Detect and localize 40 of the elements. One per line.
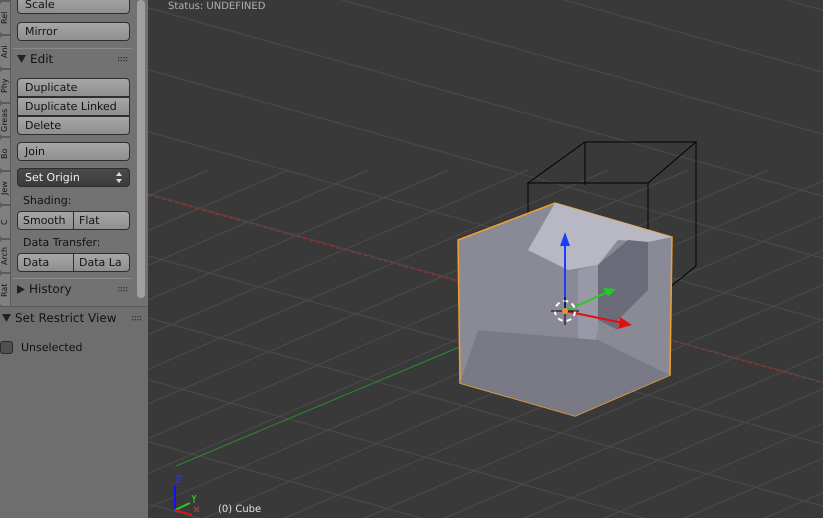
tool-button[interactable]: Flat: [74, 211, 130, 230]
status-text: Status: UNDEFINED: [168, 1, 266, 12]
panel-header[interactable]: Set Restrict View: [0, 307, 148, 326]
drag-handle-icon[interactable]: [118, 56, 128, 62]
sidebar-tab[interactable]: Rel: [0, 2, 10, 34]
section-label: Data Transfer:: [22, 236, 102, 251]
tool-button[interactable]: Smooth: [17, 211, 74, 230]
sidebar-tab[interactable]: Bo: [0, 138, 10, 170]
checkbox[interactable]: [0, 341, 13, 354]
panel-header[interactable]: History: [13, 278, 132, 299]
panel-header[interactable]: Edit: [13, 48, 132, 69]
tool-button[interactable]: Scale: [17, 0, 130, 14]
dropdown[interactable]: Set Origin: [17, 168, 130, 187]
expand-triangle-icon[interactable]: [2, 314, 11, 322]
3d-viewport[interactable]: Status: UNDEFINED (0) Cube: [148, 0, 823, 518]
tool-button[interactable]: Join: [17, 142, 130, 161]
scrollbar-thumb[interactable]: [137, 0, 145, 298]
drag-handle-icon[interactable]: [118, 286, 128, 292]
sidebar-tab[interactable]: C: [0, 206, 10, 238]
drag-handle-icon[interactable]: [132, 316, 142, 320]
sidebar-tab[interactable]: Rat: [0, 274, 10, 306]
axis-orientation-icon: [174, 476, 200, 516]
section-label: Shading:: [22, 194, 72, 209]
tool-button[interactable]: Duplicate: [17, 78, 130, 97]
tool-button[interactable]: Duplicate Linked: [17, 97, 130, 116]
tool-button[interactable]: Data La: [74, 253, 130, 272]
tool-button[interactable]: Delete: [17, 116, 130, 135]
tool-button[interactable]: Data: [17, 253, 74, 272]
3d-cursor-icon: [550, 296, 580, 326]
sidebar-tab[interactable]: Ani: [0, 36, 10, 68]
sidebar-tab[interactable]: Phy: [0, 70, 10, 102]
sidebar-tab[interactable]: Jew: [0, 172, 10, 204]
sidebar-tab[interactable]: Arch: [0, 240, 10, 272]
checkbox-label: Unselected: [21, 341, 82, 354]
expand-triangle-icon[interactable]: [17, 55, 26, 63]
up-down-arrows-icon: [116, 172, 122, 183]
object-label: (0) Cube: [218, 504, 262, 515]
sidebar-tab[interactable]: Greas: [0, 104, 10, 136]
collapse-triangle-icon[interactable]: [17, 284, 25, 294]
tool-button[interactable]: Mirror: [17, 22, 130, 41]
